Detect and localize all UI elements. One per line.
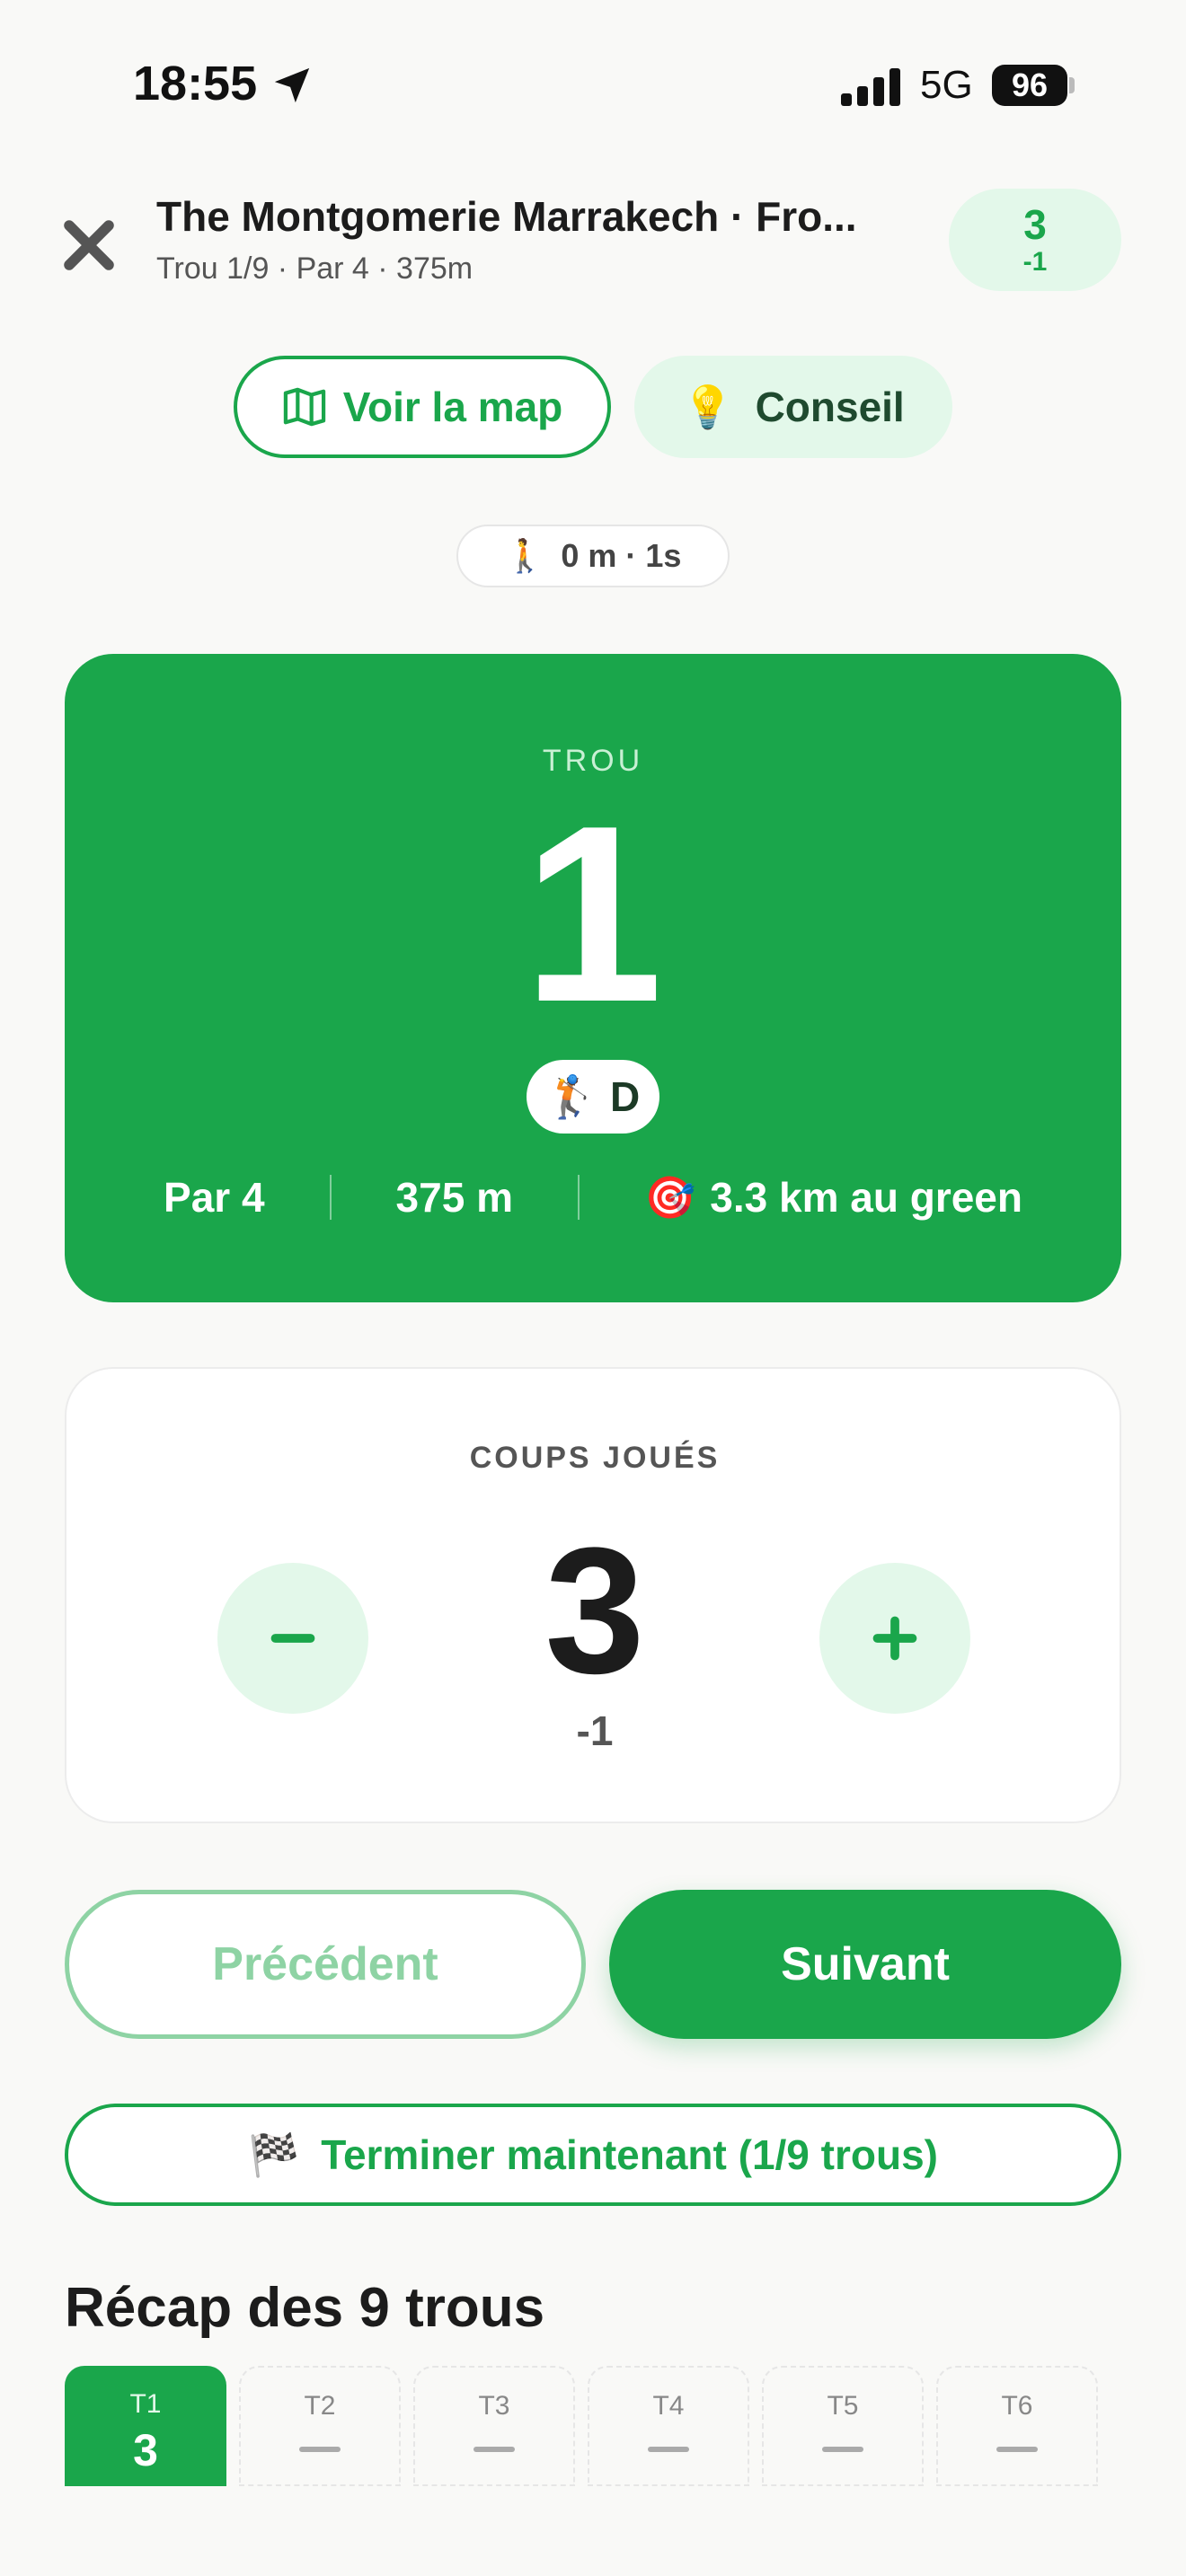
walk-distance-chip: 🚶 0 m · 1s [456,525,730,587]
recap-tile-label: T2 [304,2391,336,2421]
empty-score-dash [996,2447,1038,2452]
tee-value: D [610,1073,641,1120]
divider [329,1175,332,1220]
empty-score-dash [474,2447,515,2452]
distance-to-green: 3.3 km au green [710,1174,1022,1221]
previous-hole-button[interactable]: Précédent [65,1890,586,2039]
network-type: 5G [920,63,973,107]
strokes-label: COUPS JOUÉS [469,1441,721,1475]
walking-icon: 🚶 [504,537,545,574]
score-total: 3 [1023,201,1047,248]
recap-holes-row[interactable]: T1 3 T2 T3 T4 T5 T6 [65,2366,1121,2486]
hole-par: Par 4 [164,1174,265,1221]
tip-button[interactable]: 💡 Conseil [634,356,952,458]
recap-tile-label: T5 [827,2391,859,2421]
status-time: 18:55 [133,57,258,110]
strokes-relative: -1 [576,1707,614,1754]
finish-flag-icon: 🏁 [247,2130,300,2178]
recap-tile-t4[interactable]: T4 [588,2366,749,2486]
recap-title: Récap des 9 trous [65,2277,545,2339]
close-icon[interactable] [59,216,119,275]
hole-number: 1 [523,774,663,1054]
score-badge: 3 -1 [949,189,1121,291]
view-map-button[interactable]: Voir la map [234,356,611,458]
recap-tile-t3[interactable]: T3 [413,2366,575,2486]
tip-label: Conseil [755,384,905,430]
empty-score-dash [648,2447,689,2452]
recap-tile-t5[interactable]: T5 [762,2366,924,2486]
empty-score-dash [299,2447,341,2452]
finish-now-button[interactable]: 🏁 Terminer maintenant (1/9 trous) [65,2104,1121,2206]
golfer-icon: 🏌️ [545,1072,598,1120]
lightbulb-icon: 💡 [682,383,734,430]
recap-tile-label: T3 [478,2391,510,2421]
next-hole-button[interactable]: Suivant [609,1890,1121,2039]
recap-tile-t6[interactable]: T6 [936,2366,1098,2486]
strokes-card: COUPS JOUÉS 3 -1 [65,1367,1121,1823]
map-icon [283,387,325,427]
battery-indicator: 96 [992,65,1067,106]
finish-label: Terminer maintenant (1/9 trous) [321,2131,938,2178]
hole-subtitle: Trou 1/9 · Par 4 · 375m [156,251,474,286]
score-relative: -1 [1022,247,1048,277]
recap-tile-t1[interactable]: T1 3 [65,2366,226,2486]
walk-distance-text: 0 m · 1s [561,537,682,574]
signal-icon [841,68,902,106]
recap-tile-label: T6 [1001,2391,1033,2421]
recap-tile-score: 3 [133,2425,158,2475]
view-map-label: Voir la map [342,384,563,430]
increment-strokes-button[interactable] [819,1563,970,1714]
recap-tile-label: T1 [129,2389,162,2419]
course-name: The Montgomerie Marrakech · Fro... [156,193,857,240]
recap-tile-label: T4 [652,2391,685,2421]
location-arrow-icon [274,67,310,103]
recap-tile-t2[interactable]: T2 [239,2366,401,2486]
divider [577,1175,580,1220]
empty-score-dash [822,2447,863,2452]
hole-distance: 375 m [395,1174,513,1221]
tee-chip[interactable]: 🏌️ D [527,1060,659,1134]
hole-card: TROU 1 🏌️ D Par 4 375 m 🎯 3.3 km au gree… [65,654,1121,1302]
hole-info-row: Par 4 375 m 🎯 3.3 km au green [65,1166,1121,1229]
battery-cap [1069,77,1075,93]
target-icon: 🎯 [643,1173,696,1221]
plus-icon [872,1616,917,1661]
